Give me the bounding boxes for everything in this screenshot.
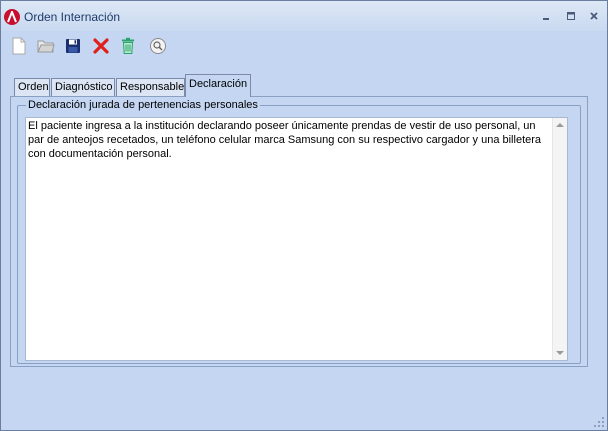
tab-label: Diagnóstico	[55, 81, 113, 93]
maximize-icon	[567, 12, 575, 20]
tab-label: Orden	[18, 81, 49, 93]
scroll-up-icon[interactable]	[556, 123, 564, 127]
toolbar	[1, 31, 607, 61]
save-icon	[66, 39, 80, 53]
save-button[interactable]	[62, 35, 84, 57]
window-title: Orden Internación	[24, 10, 121, 24]
declaration-groupbox: Declaración jurada de pertenencias perso…	[17, 99, 581, 364]
declaration-textarea[interactable]: El paciente ingresa a la institución dec…	[25, 117, 568, 361]
maximize-button[interactable]	[562, 8, 580, 24]
new-document-icon	[12, 37, 26, 55]
title-bar[interactable]: Orden Internación	[1, 1, 607, 31]
tab-diagnostico[interactable]: Diagnóstico	[51, 78, 115, 97]
group-title: Declaración jurada de pertenencias perso…	[26, 99, 260, 111]
new-button[interactable]	[8, 35, 30, 57]
minimize-icon	[543, 18, 549, 20]
tab-panel-declaracion: Declaración jurada de pertenencias perso…	[10, 96, 588, 367]
tab-responsable[interactable]: Responsable	[116, 78, 185, 97]
close-icon	[590, 12, 598, 20]
search-button[interactable]	[147, 35, 169, 57]
scroll-down-icon[interactable]	[556, 351, 564, 355]
delete-button[interactable]	[90, 35, 112, 57]
close-button[interactable]	[585, 8, 603, 24]
tab-label: Responsable	[120, 81, 185, 93]
app-logo-icon	[4, 9, 20, 25]
search-icon	[150, 38, 166, 54]
delete-icon	[93, 38, 109, 54]
declaration-text: El paciente ingresa a la institución dec…	[28, 120, 542, 160]
main-window: Orden Internación Orden Diagnóstico Resp…	[0, 0, 608, 431]
open-button[interactable]	[35, 35, 57, 57]
vertical-scrollbar[interactable]	[552, 118, 567, 360]
minimize-button[interactable]	[537, 8, 555, 24]
tab-orden[interactable]: Orden	[14, 78, 50, 97]
open-folder-icon	[37, 40, 55, 53]
trash-button[interactable]	[117, 35, 139, 57]
resize-grip-icon[interactable]	[593, 416, 605, 428]
trash-icon	[122, 37, 134, 54]
tab-label: Declaración	[189, 78, 248, 90]
tab-declaracion[interactable]: Declaración	[185, 74, 251, 97]
